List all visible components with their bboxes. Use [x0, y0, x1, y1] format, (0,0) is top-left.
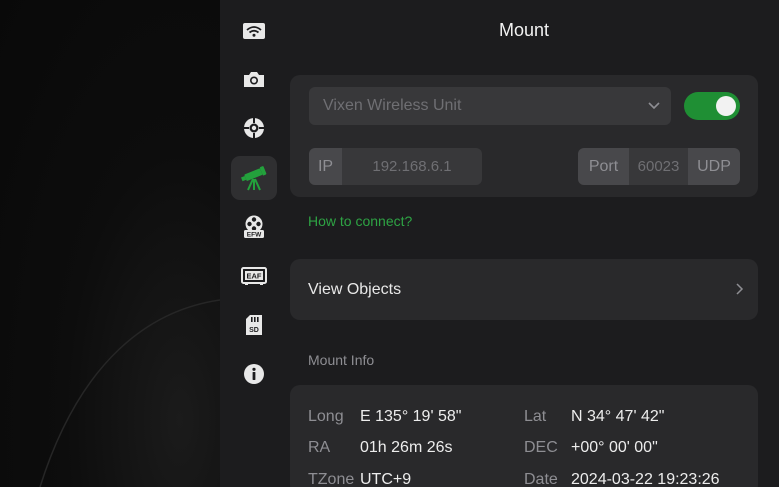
tzone-label: TZone	[308, 471, 355, 487]
chevron-down-icon	[648, 102, 660, 110]
tzone-value: UTC+9	[360, 471, 412, 487]
sidebar: EFW EAF SD	[228, 0, 280, 487]
page-title: Mount	[498, 20, 550, 40]
telescope-icon	[241, 166, 267, 191]
mount-info-heading: Mount Info	[308, 352, 375, 368]
mount-connection-card: Vixen Wireless Unit IP 192.168.6.1 Port …	[290, 75, 758, 197]
sd-card-icon: SD	[246, 315, 262, 335]
ip-input[interactable]: 192.168.6.1	[342, 148, 482, 185]
sidebar-item-guide[interactable]	[231, 106, 277, 150]
sidebar-item-sd[interactable]: SD	[231, 303, 277, 347]
info-icon	[244, 364, 264, 384]
port-input[interactable]: 60023	[629, 148, 688, 185]
dec-label: DEC	[524, 439, 558, 456]
lat-label: Lat	[524, 408, 547, 425]
camera-icon	[244, 72, 264, 87]
mount-enable-toggle[interactable]	[684, 92, 740, 120]
wifi-icon	[243, 23, 265, 39]
sidebar-item-efw[interactable]: EFW	[231, 205, 277, 249]
view-objects-label: View Objects	[308, 281, 402, 298]
long-value: E 135° 19' 58"	[360, 408, 462, 425]
how-to-connect-link[interactable]: How to connect?	[308, 213, 412, 229]
chevron-right-icon	[736, 283, 744, 295]
sidebar-item-mount[interactable]	[231, 156, 277, 200]
eaf-label: EAF	[247, 272, 262, 281]
date-label: Date	[524, 471, 558, 487]
device-select-value: Vixen Wireless Unit	[323, 97, 462, 114]
view-objects-row[interactable]: View Objects	[290, 259, 758, 320]
ip-field-group: IP 192.168.6.1	[309, 148, 482, 185]
port-label: Port	[578, 148, 629, 185]
date-value: 2024-03-22 19:23:26	[571, 471, 720, 487]
filter-wheel-icon: EFW	[244, 215, 264, 239]
sidebar-item-camera[interactable]	[231, 57, 277, 101]
long-label: Long	[308, 408, 344, 425]
crosshair-icon	[244, 118, 264, 138]
port-field-group: Port 60023 UDP	[578, 148, 740, 185]
lat-value: N 34° 47' 42"	[571, 408, 665, 425]
protocol-label: UDP	[688, 148, 740, 185]
dec-value: +00° 00' 00"	[571, 439, 658, 456]
sidebar-item-info[interactable]	[231, 352, 277, 396]
focuser-icon: EAF	[241, 267, 267, 285]
mount-info-card: Long E 135° 19' 58" Lat N 34° 47' 42" RA…	[290, 385, 758, 487]
efw-label: EFW	[247, 232, 262, 239]
ra-label: RA	[308, 439, 331, 456]
ip-label: IP	[309, 148, 342, 185]
toggle-knob	[716, 96, 736, 116]
sd-label: SD	[249, 327, 259, 334]
background-left	[0, 0, 220, 487]
ra-value: 01h 26m 26s	[360, 439, 453, 456]
device-select[interactable]: Vixen Wireless Unit	[309, 87, 671, 125]
sidebar-item-wifi[interactable]	[231, 9, 277, 53]
sidebar-item-eaf[interactable]: EAF	[231, 254, 277, 298]
